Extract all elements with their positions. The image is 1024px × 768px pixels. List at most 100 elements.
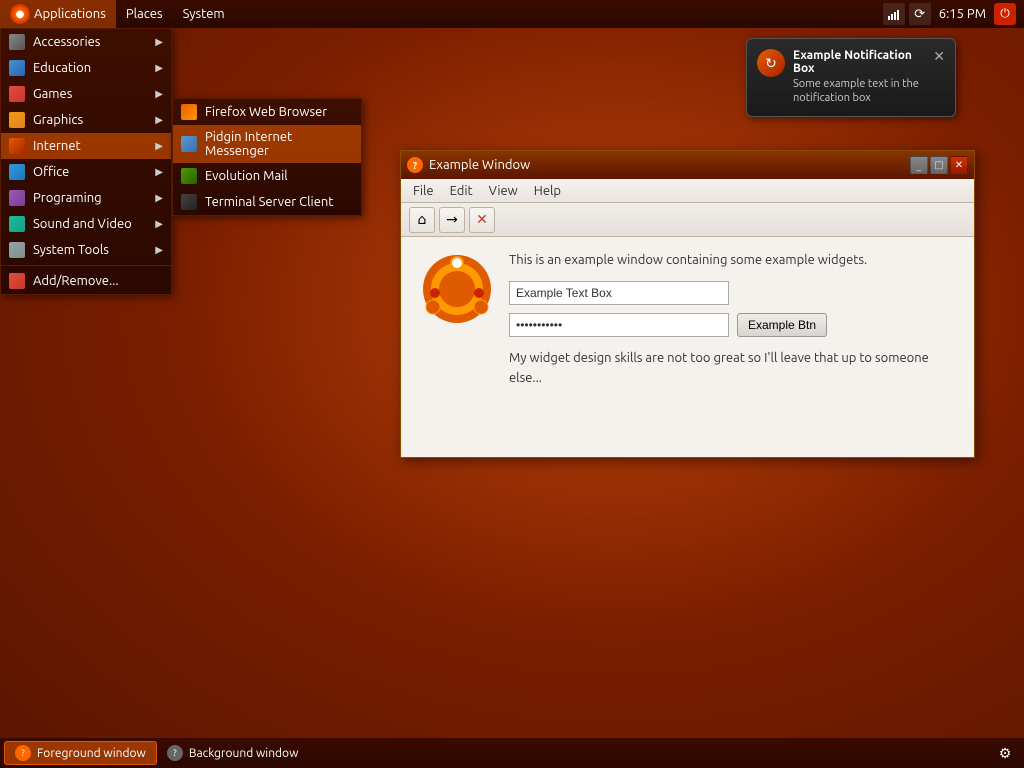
window-menu-file[interactable]: File [405,179,442,202]
password-field[interactable] [509,313,729,337]
network-icon[interactable] [883,3,905,25]
notification-close-button[interactable]: ✕ [933,49,945,63]
taskbar-right-icon[interactable]: ⚙ [994,742,1016,764]
foreground-task-icon: ? [15,745,31,761]
power-icon[interactable]: ⏻ [994,3,1016,25]
games-label: Games [33,87,147,101]
menu-item-addremove[interactable]: Add/Remove... [1,268,171,294]
submenu-item-evolution[interactable]: Evolution Mail [173,163,361,189]
graphics-arrow: ▶ [155,114,163,126]
menu-item-accessories[interactable]: Accessories ▶ [1,29,171,55]
window-menu-view[interactable]: View [481,179,526,202]
maximize-icon: □ [934,159,943,171]
internet-submenu: Firefox Web Browser Pidgin Internet Mess… [172,98,362,216]
stop-icon: ✕ [476,211,488,228]
window-content: This is an example window containing som… [401,237,974,457]
window-body-text: My widget design skills are not too grea… [509,349,954,388]
evolution-label: Evolution Mail [205,169,288,183]
background-task-icon: ? [167,745,183,761]
sound-arrow: ▶ [155,218,163,230]
termserver-label: Terminal Server Client [205,195,333,209]
systemtools-arrow: ▶ [155,244,163,256]
system-label: System [183,7,225,21]
update-icon[interactable]: ⟳ [909,3,931,25]
menu-item-education[interactable]: Education ▶ [1,55,171,81]
example-textbox[interactable] [509,281,729,305]
window-menu-help[interactable]: Help [526,179,569,202]
home-icon: ⌂ [418,211,427,228]
menu-item-office[interactable]: Office ▶ [1,159,171,185]
addremove-label: Add/Remove... [33,274,163,288]
submenu-item-pidgin[interactable]: Pidgin Internet Messenger [173,125,361,163]
accessories-arrow: ▶ [155,36,163,48]
internet-icon [9,138,25,154]
programming-arrow: ▶ [155,192,163,204]
background-window-task[interactable]: ? Background window [157,741,309,765]
education-label: Education [33,61,147,75]
graphics-icon [9,112,25,128]
applications-label: Applications [34,7,106,21]
example-btn[interactable]: Example Btn [737,313,827,337]
menu-item-games[interactable]: Games ▶ [1,81,171,107]
home-button[interactable]: ⌂ [409,207,435,233]
internet-arrow: ▶ [155,140,163,152]
ubuntu-logo-large [421,253,493,328]
evolution-icon [181,168,197,184]
office-label: Office [33,165,147,179]
window-description-text: This is an example window containing som… [509,253,954,267]
stop-button[interactable]: ✕ [469,207,495,233]
notification-icon: ↻ [757,49,785,77]
top-right-area: ⟳ 6:15 PM ⏻ [883,3,1024,25]
taskbar-bottom: ? Foreground window ? Background window … [0,738,1024,768]
background-task-label: Background window [189,747,299,760]
minimize-button[interactable]: _ [910,156,928,174]
submenu-item-termserver[interactable]: Terminal Server Client [173,189,361,215]
forward-button[interactable]: → [439,207,465,233]
maximize-button[interactable]: □ [930,156,948,174]
firefox-icon [181,104,197,120]
window-widgets: This is an example window containing som… [509,253,954,388]
sound-icon [9,216,25,232]
menu-item-systemtools[interactable]: System Tools ▶ [1,237,171,263]
accessories-label: Accessories [33,35,147,49]
places-menu[interactable]: Places [116,0,173,28]
notification-content: Example Notification Box Some example te… [793,49,925,106]
internet-label: Internet [33,139,147,153]
notification-title: Example Notification Box [793,49,925,75]
office-arrow: ▶ [155,166,163,178]
systemtools-icon [9,242,25,258]
programming-icon [9,190,25,206]
window-password-row: Example Btn [509,313,954,337]
menu-separator [1,265,171,266]
window-close-button[interactable]: ✕ [950,156,968,174]
menu-item-graphics[interactable]: Graphics ▶ [1,107,171,133]
example-window: ? Example Window _ □ ✕ File Edit View He… [400,150,975,458]
window-menubar: File Edit View Help [401,179,974,203]
systemtools-label: System Tools [33,243,147,257]
firefox-label: Firefox Web Browser [205,105,327,119]
games-arrow: ▶ [155,88,163,100]
clock: 6:15 PM [935,7,990,21]
menu-item-programming[interactable]: Programing ▶ [1,185,171,211]
notification-box: ↻ Example Notification Box Some example … [746,38,956,117]
taskbar-right: ⚙ [994,742,1020,764]
accessories-icon [9,34,25,50]
sound-label: Sound and Video [33,217,147,231]
window-title-icon: ? [407,157,423,173]
taskbar-top: ● Applications Places System ⟳ 6:15 PM ⏻ [0,0,1024,28]
foreground-window-task[interactable]: ? Foreground window [4,741,157,765]
notification-text: Some example text in the notification bo… [793,77,925,106]
applications-menu[interactable]: ● Applications [0,0,116,28]
submenu-item-firefox[interactable]: Firefox Web Browser [173,99,361,125]
close-icon: ✕ [955,159,963,171]
places-label: Places [126,7,163,21]
pidgin-label: Pidgin Internet Messenger [205,130,353,158]
menu-item-internet[interactable]: Internet ▶ [1,133,171,159]
window-toolbar: ⌂ → ✕ [401,203,974,237]
pidgin-icon [181,136,197,152]
education-arrow: ▶ [155,62,163,74]
system-menu[interactable]: System [173,0,235,28]
programming-label: Programing [33,191,147,205]
window-menu-edit[interactable]: Edit [442,179,481,202]
menu-item-sound[interactable]: Sound and Video ▶ [1,211,171,237]
